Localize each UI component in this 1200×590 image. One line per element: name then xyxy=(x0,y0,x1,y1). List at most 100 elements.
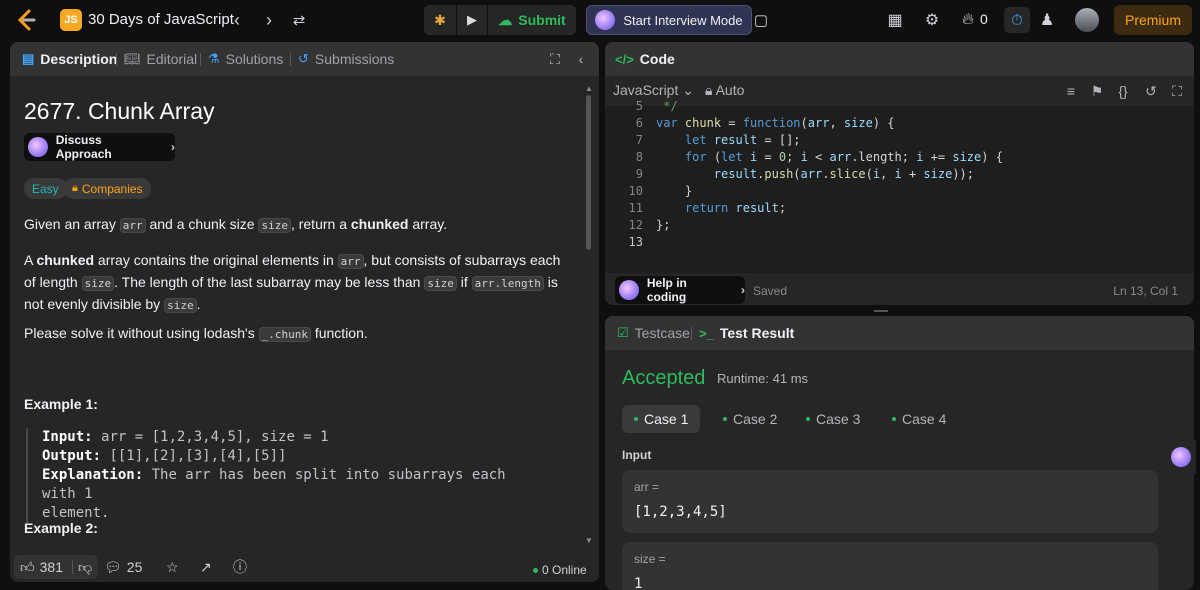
tab-testcase[interactable]: ☑ Testcase xyxy=(617,316,690,350)
description-footer: 👍︎ 381 👎︎ 💬︎ 25 ☆ ↗ ⓘ 0 Online xyxy=(10,550,599,582)
lock-icon: 🔒︎ xyxy=(72,182,78,194)
premium-button[interactable]: Premium xyxy=(1114,5,1192,35)
auto-mode-toggle[interactable]: 🔒︎ Auto xyxy=(705,82,744,99)
collapse-left-icon[interactable]: ‹ xyxy=(572,50,590,68)
case-tab[interactable]: Case 4 xyxy=(880,405,958,433)
help-in-coding-button[interactable]: Help in coding › xyxy=(615,276,745,304)
chevron-down-icon: ⌄ xyxy=(682,82,694,98)
streak-fire-icon[interactable]: 🔥︎ xyxy=(958,9,978,31)
debug-button[interactable]: ✱ xyxy=(424,5,456,35)
tab-test-result[interactable]: >_ Test Result xyxy=(699,316,794,350)
code-line: 7 let result = []; xyxy=(635,133,801,147)
book-icon: 📖︎ xyxy=(124,51,141,66)
code-editor[interactable]: 5 */ 6 var chunk = function(arr, size) { … xyxy=(605,99,1194,273)
discuss-approach-button[interactable]: Discuss Approach › xyxy=(24,133,175,161)
discuss-label: Discuss Approach xyxy=(55,133,112,161)
thumbs-down-icon[interactable]: 👎︎ xyxy=(78,559,92,576)
tab-submissions[interactable]: ↺ Submissions xyxy=(298,42,394,76)
code-line: 5 */ xyxy=(635,99,678,113)
tab-testcase-label: Testcase xyxy=(634,325,690,341)
layout-grid-icon[interactable]: ▦ xyxy=(884,9,906,31)
companies-badge[interactable]: 🔒︎ Companies xyxy=(64,178,151,199)
scroll-down-icon[interactable]: ▼ xyxy=(584,536,594,546)
input-size-box: size = 1 xyxy=(622,542,1158,590)
problem-details: A chunked array contains the original el… xyxy=(24,252,561,313)
run-button[interactable]: ▶ xyxy=(457,5,487,35)
code-line: 6 var chunk = function(arr, size) { xyxy=(635,116,895,130)
comments-button[interactable]: 💬︎ 25 xyxy=(104,555,142,579)
comment-icon: 💬︎ xyxy=(104,558,122,575)
cursor-position: Ln 13, Col 1 xyxy=(1113,284,1178,298)
tab-submissions-label: Submissions xyxy=(314,51,395,67)
code-panel: </> Code JavaScript ⌄ 🔒︎ Auto ≡ ⚑ {} ↺ ⛶… xyxy=(605,42,1194,305)
panel-resize-handle[interactable] xyxy=(874,310,888,312)
pass-dot xyxy=(806,417,810,421)
add-user-icon[interactable]: ♟ xyxy=(1036,9,1058,31)
chevron-right-icon: › xyxy=(741,283,745,297)
thumbs-up-icon[interactable]: 👍︎ xyxy=(14,559,35,576)
lock-icon: 🔒︎ xyxy=(705,82,713,98)
maximize-icon[interactable]: ⛶ xyxy=(546,50,564,68)
format-icon[interactable]: ≡ xyxy=(1061,82,1081,100)
floating-ai-button[interactable] xyxy=(1166,440,1196,474)
submit-button[interactable]: ☁ Submit xyxy=(488,5,576,35)
ai-avatar-icon xyxy=(28,137,48,157)
problem-title[interactable]: 2677. Chunk Array xyxy=(24,98,215,125)
scroll-up-icon[interactable]: ▲ xyxy=(584,84,594,94)
code-line: 13 xyxy=(628,235,643,249)
tab-solutions[interactable]: ⚗ Solutions xyxy=(208,42,283,76)
description-scrollbar[interactable] xyxy=(586,95,591,250)
case-tab[interactable]: Case 3 xyxy=(794,405,872,433)
start-interview-button[interactable]: Start Interview Mode xyxy=(586,5,752,35)
language-select[interactable]: JavaScript ⌄ xyxy=(613,82,694,99)
like-count: 381 xyxy=(39,559,63,575)
example-2-title: Example 2: xyxy=(24,520,98,536)
braces-icon[interactable]: {} xyxy=(1113,82,1133,100)
code-panel-header: </> Code xyxy=(605,42,1194,76)
case-tab[interactable]: Case 1 xyxy=(622,405,701,433)
ai-avatar-icon xyxy=(595,10,616,30)
runtime: Runtime: 41 ms xyxy=(717,371,809,386)
difficulty-badge: Easy xyxy=(24,178,67,199)
document-icon: ▤ xyxy=(22,51,35,66)
language-label: JavaScript xyxy=(613,82,679,98)
tab-divider xyxy=(691,327,692,340)
problem-statement: Given an array arr and a chunk size size… xyxy=(24,216,448,233)
gear-icon[interactable]: ⚙ xyxy=(921,9,943,31)
code-line: 11 return result; xyxy=(628,201,787,215)
help-icon[interactable]: ⓘ xyxy=(233,555,247,579)
tab-editorial[interactable]: 📖︎ Editorial xyxy=(124,42,197,76)
leetcode-logo-icon[interactable] xyxy=(14,8,38,32)
online-status: 0 Online xyxy=(533,563,587,577)
input-arr-key: arr = xyxy=(634,480,660,494)
example-1-block: Input: arr = [1,2,3,4,5], size = 1 Outpu… xyxy=(26,428,546,523)
help-label: Help in coding xyxy=(646,276,687,304)
share-icon[interactable]: ↗ xyxy=(200,555,212,579)
bookmark-icon[interactable]: ⚑ xyxy=(1087,82,1107,100)
study-plan-title[interactable]: 30 Days of JavaScript xyxy=(88,11,234,28)
shuffle-icon[interactable]: ⇄ xyxy=(288,8,310,32)
save-status: Saved xyxy=(753,284,788,298)
timer-icon[interactable]: ⏱︎ xyxy=(1004,7,1030,33)
fullscreen-icon[interactable]: ⛶ xyxy=(1167,82,1187,100)
code-line: 9 result.push(arr.slice(i, i + size)); xyxy=(635,167,975,181)
description-panel: ▤ Description 📖︎ Editorial ⚗ Solutions ↺… xyxy=(10,42,599,582)
tab-divider xyxy=(116,53,117,66)
chevron-right-icon[interactable]: › xyxy=(258,8,280,32)
cloud-upload-icon: ☁ xyxy=(498,11,513,28)
tab-code[interactable]: </> Code xyxy=(615,42,675,76)
tab-description[interactable]: ▤ Description xyxy=(22,42,117,76)
code-line: 10 } xyxy=(628,184,693,198)
pass-dot xyxy=(634,417,638,421)
reset-icon[interactable]: ↺ xyxy=(1141,82,1161,100)
case-tab[interactable]: Case 2 xyxy=(711,405,789,433)
test-result-panel: ☑ Testcase >_ Test Result Accepted Runti… xyxy=(605,316,1194,590)
user-avatar[interactable] xyxy=(1075,8,1099,32)
tab-divider xyxy=(200,53,201,66)
test-panel-header: ☑ Testcase >_ Test Result xyxy=(605,316,1194,350)
chevron-left-icon[interactable]: ‹ xyxy=(226,8,248,32)
study-plan-badge: JS xyxy=(60,9,82,31)
example-input-label: Input: xyxy=(42,429,93,445)
note-icon[interactable]: ▢ xyxy=(749,8,773,32)
star-icon[interactable]: ☆ xyxy=(166,555,179,579)
